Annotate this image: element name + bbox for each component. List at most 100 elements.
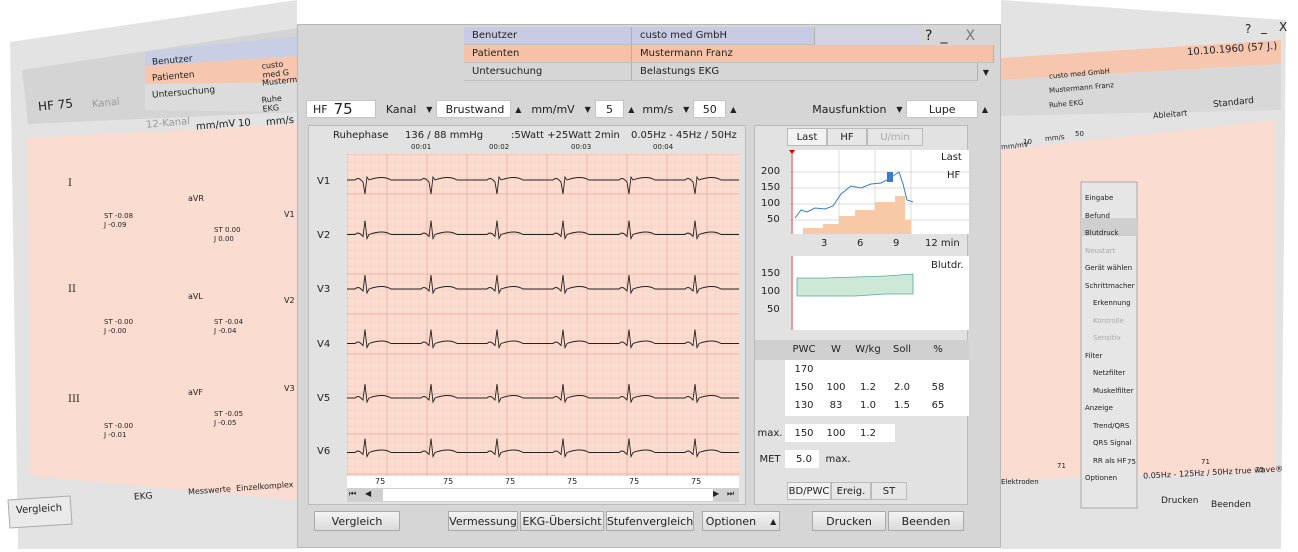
tab-bdpwc[interactable]: BD/PWC xyxy=(787,482,831,500)
exam-value[interactable]: Belastungs EKG xyxy=(632,63,978,81)
trend-panel: Last HF U/min Last HF 200 150 100 50 3 6… xyxy=(754,125,969,505)
pwc-r2-c1: 150 xyxy=(794,382,814,393)
minimize-icon[interactable]: _ xyxy=(940,28,947,44)
trend-y-150: 150 xyxy=(761,182,781,193)
menu-muskelfilter[interactable]: Muskelfilter xyxy=(1085,383,1137,401)
tab-umin[interactable]: U/min xyxy=(867,128,923,146)
optionen-button[interactable]: Optionen ▲ xyxy=(702,511,780,531)
close-icon[interactable]: X xyxy=(965,28,975,44)
mms-up-icon[interactable]: ▲ xyxy=(726,100,740,118)
menu-qrs[interactable]: QRS Signal xyxy=(1085,435,1137,453)
bp-150: 150 xyxy=(761,268,781,279)
mmmv-up-icon[interactable]: ▲ xyxy=(624,100,638,118)
scrollbar[interactable]: ⏮ ◀ ▶ ⏭ xyxy=(347,488,739,502)
lead-V4: V4 xyxy=(317,339,331,350)
tab-st[interactable]: ST xyxy=(871,482,907,500)
menu-trend[interactable]: Trend/QRS xyxy=(1085,418,1137,436)
left-window-frame xyxy=(7,0,297,549)
mms-value: 50 xyxy=(702,102,717,116)
tab-last[interactable]: Last xyxy=(787,128,827,146)
header-patient-row: Patienten Mustermann Franz xyxy=(464,45,994,63)
left-ekg-button[interactable]: EKG xyxy=(134,491,153,502)
kanal-up-icon[interactable]: ▲ xyxy=(511,100,525,118)
vergleich-button[interactable]: Vergleich xyxy=(314,511,400,531)
met-label: MET xyxy=(759,454,781,465)
ecg-trace-V5 xyxy=(347,383,739,404)
left-lead-aVR: aVR xyxy=(188,194,204,203)
right-drucken-button[interactable]: Drucken xyxy=(1161,496,1198,506)
right-help-icon[interactable]: ? xyxy=(1245,22,1251,36)
bp-label: Blutdr. xyxy=(931,260,964,271)
left-lead-II: II xyxy=(68,284,76,295)
scroll-first-icon[interactable]: ⏮ xyxy=(349,489,356,499)
menu-blutdruck[interactable]: Blutdruck xyxy=(1085,225,1137,243)
patient-label: Patienten xyxy=(464,45,632,63)
pwc-r3-c1: 130 xyxy=(794,400,814,411)
header-user-row: Benutzer custo med GmbH ? _ X xyxy=(464,27,982,45)
right-close-icon[interactable]: X xyxy=(1279,20,1287,34)
menu-filter: Filter xyxy=(1085,351,1103,360)
tab-hf[interactable]: HF xyxy=(827,128,867,146)
right-mms-value[interactable]: 50 xyxy=(1075,130,1084,138)
maus-up-icon[interactable]: ▲ xyxy=(978,100,992,118)
menu-netzfilter[interactable]: Netzfilter xyxy=(1085,365,1137,383)
maus-down-icon[interactable]: ▼ xyxy=(893,100,907,118)
menu-neustart[interactable]: Neustart xyxy=(1085,243,1137,261)
pwc-max-label: max. xyxy=(757,428,783,439)
drucken-button[interactable]: Drucken xyxy=(812,511,886,531)
pwc-r2-c2: 100 xyxy=(826,382,846,393)
ecg-trace-V3 xyxy=(347,274,739,295)
ekg-uebersicht-button[interactable]: EKG-Übersicht xyxy=(520,511,604,531)
right-mmmv-value[interactable]: 10 xyxy=(1023,138,1032,146)
scroll-last-icon[interactable]: ⏭ xyxy=(727,489,734,499)
maus-select[interactable]: Lupe xyxy=(906,100,979,118)
kanal-select[interactable]: Brustwand xyxy=(436,100,512,118)
kanal-label: Kanal xyxy=(385,102,417,116)
menu-erkennung[interactable]: Erkennung xyxy=(1085,295,1137,313)
left-st-5: ST -0.04 J -0.04 xyxy=(214,318,244,335)
user-value[interactable]: custo med GmbH xyxy=(632,27,815,45)
menu-optionen[interactable]: Optionen xyxy=(1085,470,1137,488)
lead-V2: V2 xyxy=(317,230,331,241)
pwc-r3-c5: 65 xyxy=(931,400,945,411)
right-elektroden-button[interactable]: Elektroden xyxy=(1001,478,1039,486)
mmmv-select[interactable]: 5 xyxy=(594,100,625,118)
trend-x-12: 12 min xyxy=(925,238,960,249)
hr-strip: 75 75 75 75 75 75 xyxy=(347,476,739,488)
menu-kontrolle[interactable]: Kontrolle xyxy=(1085,313,1137,331)
right-beenden-button[interactable]: Beenden xyxy=(1211,500,1251,510)
exam-dropdown-icon[interactable]: ▼ xyxy=(978,63,994,81)
patient-value[interactable]: Mustermann Franz xyxy=(632,45,994,63)
mmmv-down-icon[interactable]: ▼ xyxy=(581,100,595,118)
pwc-r2-c5: 58 xyxy=(931,382,945,393)
menu-sensitiv[interactable]: Sensitiv xyxy=(1085,330,1137,348)
help-icon[interactable]: ? xyxy=(925,28,932,44)
stufenvergleich-button[interactable]: Stufenvergleich xyxy=(606,511,694,531)
menu-eingabe[interactable]: Eingabe xyxy=(1085,190,1137,208)
right-minimize-icon[interactable]: _ xyxy=(1261,20,1267,34)
pwc-h-wkg: W/kg xyxy=(855,344,881,355)
ecg-trace-V4 xyxy=(347,329,739,350)
lead-V6: V6 xyxy=(317,446,331,457)
left-mmmv-value[interactable]: 10 xyxy=(238,117,252,129)
bp-100: 100 xyxy=(761,286,781,297)
bp-50: 50 xyxy=(767,304,780,315)
pwc-max-c2: 100 xyxy=(826,428,846,439)
scroll-next-icon[interactable]: ▶ xyxy=(713,489,719,498)
ecg-time-3: 00:03 xyxy=(571,143,592,151)
menu-geraet[interactable]: Gerät wählen xyxy=(1085,260,1137,278)
pwc-h-w: W xyxy=(831,344,841,355)
pwc-table: PWC W W/kg Soll % 170 150 100 1.2 2.0 58… xyxy=(755,340,969,470)
header-exam-row: Untersuchung Belastungs EKG ▼ xyxy=(464,63,994,81)
mms-select[interactable]: 50 xyxy=(693,100,727,118)
pwc-r3-c2: 83 xyxy=(829,400,843,411)
beenden-button[interactable]: Beenden xyxy=(888,511,964,531)
tab-ereig[interactable]: Ereig. xyxy=(831,482,871,500)
left-window: HF 75 Kanal 12-Kanal mm/mV 10 mm/s Benut… xyxy=(0,0,313,549)
mms-down-icon[interactable]: ▼ xyxy=(679,100,693,118)
vermessung-button[interactable]: Vermessung xyxy=(448,511,518,531)
scroll-thumb[interactable] xyxy=(383,489,713,501)
kanal-dropdown-icon[interactable]: ▼ xyxy=(422,100,436,118)
menu-befund[interactable]: Befund xyxy=(1085,208,1137,226)
scroll-prev-icon[interactable]: ◀ xyxy=(365,489,371,498)
